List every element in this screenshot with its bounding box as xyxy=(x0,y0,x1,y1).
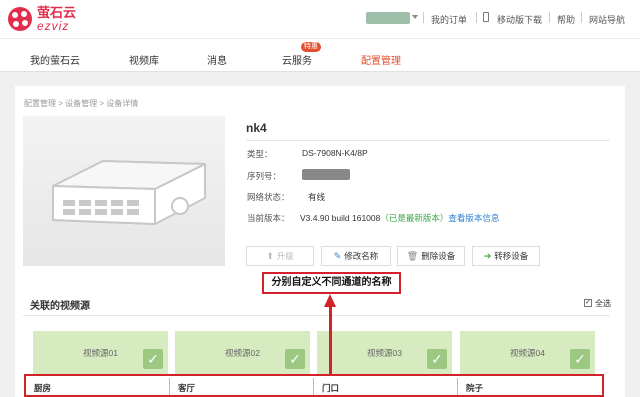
delete-device-button[interactable]: 🗑 删除设备 xyxy=(397,246,465,266)
trash-icon: 🗑 xyxy=(406,250,419,261)
channel-custom-name-field[interactable]: 客厅 xyxy=(171,378,314,395)
serial-value-redacted xyxy=(302,169,350,180)
annotation-arrow-line xyxy=(329,306,332,374)
transfer-device-button[interactable]: ➔ 转移设备 xyxy=(472,246,540,266)
channel-card[interactable]: 视频源01 ✓ xyxy=(33,331,168,375)
nav-cloud-service[interactable]: 云服务 xyxy=(282,52,312,67)
checkmark-icon[interactable]: ✓ xyxy=(427,349,447,369)
nav-my-ezviz[interactable]: 我的萤石云 xyxy=(30,52,80,67)
channel-custom-name-field[interactable]: 院子 xyxy=(459,378,602,395)
section-title: 关联的视频源 xyxy=(30,301,90,312)
ezviz-logo-icon[interactable] xyxy=(7,6,33,32)
select-all-checkbox[interactable]: ✓ xyxy=(584,299,592,307)
edit-pencil-icon: ✎ xyxy=(333,250,342,261)
transfer-arrow-icon: ➔ xyxy=(483,250,492,261)
divider xyxy=(581,12,582,23)
nav-messages[interactable]: 消息 xyxy=(207,52,227,67)
user-account-menu[interactable] xyxy=(366,12,410,24)
upgrade-label: 升级 xyxy=(276,251,294,261)
mobile-phone-icon xyxy=(483,12,489,22)
delete-label: 删除设备 xyxy=(421,251,456,261)
serial-label: 序列号： xyxy=(247,171,282,181)
channel-card[interactable]: 视频源03 ✓ xyxy=(317,331,452,375)
channel-custom-name-field[interactable]: 厨房 xyxy=(27,378,170,395)
nav-config-management[interactable]: 配置管理 xyxy=(361,52,401,67)
checkmark-icon[interactable]: ✓ xyxy=(285,349,305,369)
promo-badge: 特惠 xyxy=(301,42,321,52)
divider xyxy=(476,12,477,23)
checkmark-icon[interactable]: ✓ xyxy=(570,349,590,369)
divider xyxy=(246,140,610,141)
upload-arrow-icon: ⬆ xyxy=(266,250,274,261)
version-value: V3.4.90 build 161008（已是最新版本）查看版本信息 xyxy=(300,212,499,224)
checkmark-icon[interactable]: ✓ xyxy=(143,349,163,369)
type-value: DS-7908N-K4/8P xyxy=(302,148,368,158)
network-value: 有线 xyxy=(308,192,326,202)
upgrade-button[interactable]: ⬆ 升级 xyxy=(246,246,314,266)
rename-label: 修改名称 xyxy=(344,251,379,261)
brand-name: 萤石云 xyxy=(37,5,77,20)
annotation-callout: 分别自定义不同通道的名称 xyxy=(262,272,401,294)
nvr-device-icon xyxy=(52,159,206,226)
transfer-label: 转移设备 xyxy=(494,251,529,261)
breadcrumb[interactable]: 配置管理 > 设备管理 > 设备详情 xyxy=(24,98,138,109)
sitemap-link[interactable]: 网站导航 xyxy=(589,13,625,26)
rename-button[interactable]: ✎ 修改名称 xyxy=(321,246,391,266)
device-image xyxy=(23,116,225,266)
channel-card[interactable]: 视频源02 ✓ xyxy=(175,331,310,375)
device-name: nk4 xyxy=(246,121,267,135)
channel-custom-name-field[interactable]: 门口 xyxy=(315,378,458,395)
divider xyxy=(423,12,424,23)
version-label: 当前版本： xyxy=(247,213,290,223)
version-status: （已是最新版本） xyxy=(380,213,449,223)
mobile-download-link[interactable]: 移动版下载 xyxy=(497,13,542,26)
brand-sub: ezviz xyxy=(37,19,70,33)
help-link[interactable]: 帮助 xyxy=(557,13,575,26)
channel-card[interactable]: 视频源04 ✓ xyxy=(460,331,595,375)
select-all-label[interactable]: 全选 xyxy=(595,298,611,309)
nav-video-library[interactable]: 视频库 xyxy=(129,52,159,67)
network-label: 网络状态： xyxy=(247,192,290,202)
type-label: 类型： xyxy=(247,149,273,159)
my-orders-link[interactable]: 我的订单 xyxy=(431,13,467,26)
version-info-link[interactable]: 查看版本信息 xyxy=(448,213,499,223)
top-bar xyxy=(0,0,640,38)
divider xyxy=(549,12,550,23)
chevron-down-icon[interactable] xyxy=(412,15,418,19)
version-number: V3.4.90 build 161008 xyxy=(300,213,381,223)
